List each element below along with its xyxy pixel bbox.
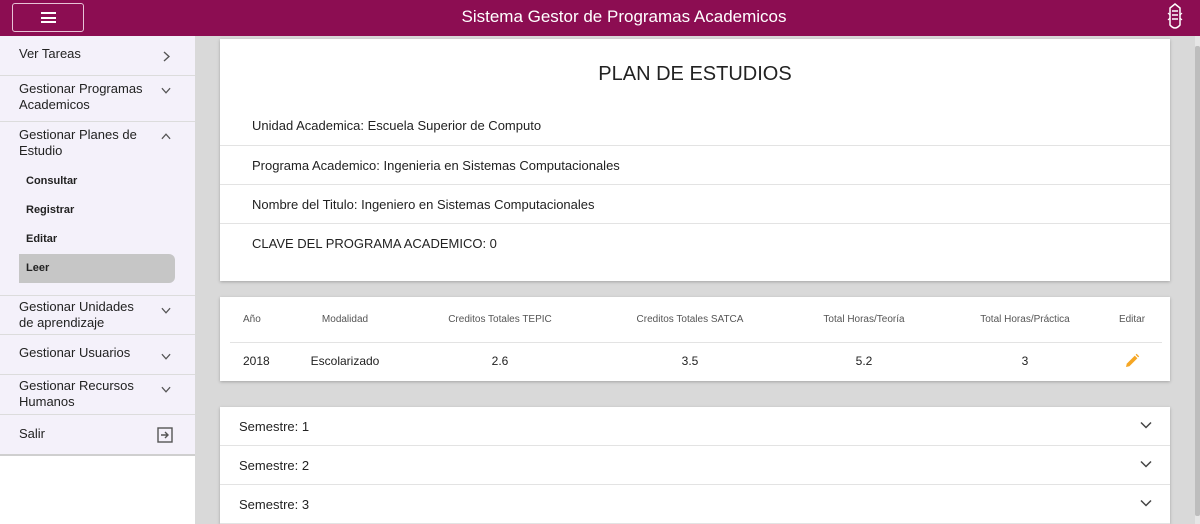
chevron-down-icon xyxy=(161,351,171,361)
chevron-down-icon xyxy=(161,85,171,95)
semester-panel-1[interactable]: Semestre: 1 xyxy=(220,407,1170,446)
column-header-teoria: Total Horas/Teoría xyxy=(780,297,948,343)
chevron-right-icon xyxy=(161,50,171,62)
sidebar-item-label: Gestionar Usuarios xyxy=(19,345,131,360)
sidebar-nav: Ver Tareas Gestionar Programas Academico… xyxy=(0,36,195,456)
chevron-down-icon xyxy=(1140,460,1152,472)
plan-table-card: Año Modalidad Creditos Totales TEPIC Cre… xyxy=(220,297,1170,381)
clave-programa-field: CLAVE DEL PROGRAMA ACADEMICO: 0 xyxy=(220,223,1170,262)
sidebar-item-label: Gestionar Recursos Humanos xyxy=(19,378,134,409)
sidebar-item-label: Salir xyxy=(19,426,46,441)
scrollbar-thumb[interactable] xyxy=(1195,46,1200,516)
column-header-tepic: Creditos Totales TEPIC xyxy=(400,297,600,343)
semester-label: Semestre: 2 xyxy=(239,458,310,473)
chevron-down-icon xyxy=(161,384,171,394)
institution-logo xyxy=(1167,3,1183,29)
table-row: 2018 Escolarizado 2.6 3.5 5.2 3 xyxy=(230,342,1162,380)
cell-teoria: 5.2 xyxy=(855,354,873,369)
sidebar-item-gestionar-planes[interactable]: Gestionar Planes de Estudio Consultar Re… xyxy=(0,122,195,296)
semester-label: Semestre: 1 xyxy=(239,419,310,434)
programa-academico-field: Programa Academico: Ingenieria en Sistem… xyxy=(220,145,1170,184)
table-header-row: Año Modalidad Creditos Totales TEPIC Cre… xyxy=(230,297,1162,343)
sidebar-item-gestionar-recursos[interactable]: Gestionar Recursos Humanos xyxy=(0,375,195,415)
cell-practica: 3 xyxy=(1021,354,1029,369)
app-title: Sistema Gestor de Programas Academicos xyxy=(461,7,787,26)
sidebar-item-ver-tareas[interactable]: Ver Tareas xyxy=(0,36,195,76)
cell-modalidad: Escolarizado xyxy=(310,354,380,369)
cell-satca: 3.5 xyxy=(681,354,699,369)
semester-panel-3[interactable]: Semestre: 3 xyxy=(220,485,1170,524)
sidebar-item-gestionar-unidades[interactable]: Gestionar Unidades de aprendizaje xyxy=(0,296,195,335)
plan-table: Año Modalidad Creditos Totales TEPIC Cre… xyxy=(230,297,1162,380)
submenu-item-consultar[interactable]: Consultar xyxy=(19,167,175,196)
unidad-academica-field: Unidad Academica: Escuela Superior de Co… xyxy=(252,118,542,133)
sidebar-item-gestionar-usuarios[interactable]: Gestionar Usuarios xyxy=(0,335,195,375)
column-header-modalidad: Modalidad xyxy=(290,297,400,343)
sidebar-item-gestionar-programas[interactable]: Gestionar Programas Academicos xyxy=(0,76,195,122)
top-app-bar: Sistema Gestor de Programas Academicos xyxy=(0,0,1200,36)
column-header-practica: Total Horas/Práctica xyxy=(948,297,1102,343)
semester-label: Semestre: 3 xyxy=(239,497,310,512)
sidebar-item-salir[interactable]: Salir xyxy=(0,415,195,454)
submenu-item-editar[interactable]: Editar xyxy=(19,225,175,254)
page-title: PLAN DE ESTUDIOS xyxy=(598,63,792,85)
chevron-down-icon xyxy=(1140,421,1152,433)
pencil-icon[interactable] xyxy=(1124,353,1140,369)
sidebar-item-label: Gestionar Planes de Estudio xyxy=(19,127,137,158)
chevron-up-icon xyxy=(161,131,171,141)
exit-icon xyxy=(157,427,173,443)
column-header-editar: Editar xyxy=(1102,297,1162,343)
column-header-anio: Año xyxy=(230,297,290,343)
sidebar-item-label: Ver Tareas xyxy=(19,46,81,61)
page-scrollbar[interactable] xyxy=(1195,36,1200,524)
semesters-accordion: Semestre: 1 Semestre: 2 Semestre: 3 xyxy=(220,407,1170,524)
sidebar-item-label: Gestionar Programas Academicos xyxy=(19,81,143,112)
chevron-down-icon xyxy=(161,305,171,315)
cell-tepic: 2.6 xyxy=(491,354,509,369)
cell-editar xyxy=(1102,342,1162,380)
submenu-item-registrar[interactable]: Registrar xyxy=(19,196,175,225)
nombre-titulo-field: Nombre del Titulo: Ingeniero en Sistemas… xyxy=(220,184,1170,223)
submenu-item-leer[interactable]: Leer xyxy=(19,254,175,283)
plan-info-card: PLAN DE ESTUDIOS Unidad Academica: Escue… xyxy=(220,39,1170,281)
cell-anio: 2018 xyxy=(243,354,270,369)
chevron-down-icon xyxy=(1140,499,1152,511)
sidebar-item-label: Gestionar Unidades de aprendizaje xyxy=(19,299,134,330)
submenu-planes: Consultar Registrar Editar Leer xyxy=(0,167,195,283)
semester-panel-2[interactable]: Semestre: 2 xyxy=(220,446,1170,485)
column-header-satca: Creditos Totales SATCA xyxy=(600,297,780,343)
sidebar: Ver Tareas Gestionar Programas Academico… xyxy=(0,36,195,524)
